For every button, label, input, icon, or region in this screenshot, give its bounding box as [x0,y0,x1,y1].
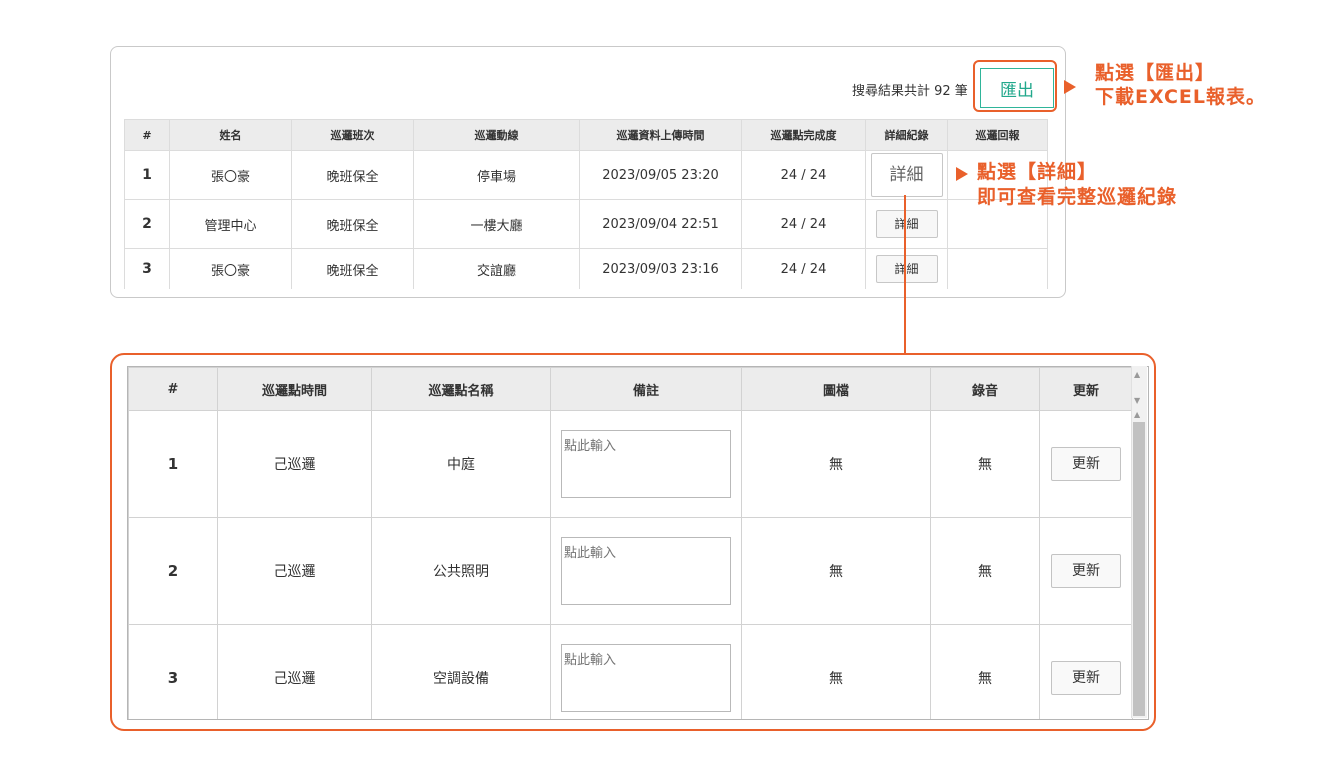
column-header-progress: 巡邏點完成度 [741,119,866,151]
scroll-up-icon[interactable]: ▲ [1134,410,1140,419]
column-header-detail: 詳細紀錄 [865,119,948,151]
column-header-checkpoint-time: 巡邏點時間 [217,367,372,411]
row-index: 2 [124,199,170,249]
column-header-update: 更新 [1039,367,1133,411]
detail-button[interactable]: 詳細 [870,153,943,197]
connector-line [904,195,906,353]
progress: 24 / 24 [741,248,866,289]
row-index: 1 [128,410,218,518]
export-annotation-line1: 點選【匯出】 [1095,62,1216,84]
audio-value: 無 [930,624,1040,719]
column-header-audio: 錄音 [930,367,1040,411]
export-highlight-box [973,60,1057,112]
update-button[interactable]: 更新 [1051,447,1121,481]
note-input[interactable] [561,644,731,712]
detail-annotation-line1: 點選【詳細】 [977,161,1098,183]
table-row: 3 己巡邏 空調設備 無 無 更新 [128,624,1133,719]
checkpoint-time: 己巡邏 [217,624,372,719]
route: 一樓大廳 [413,199,580,249]
detail-cell: 詳細 [865,199,948,249]
column-header-index: # [128,367,218,411]
checkpoint-name: 中庭 [371,410,551,518]
progress: 24 / 24 [741,199,866,249]
patrol-detail-table-wrapper: # 巡邏點時間 巡邏點名稱 備註 圖檔 錄音 更新 1 己巡邏 中庭 無 無 更 [127,366,1149,720]
scroll-up-icon[interactable]: ▲ [1134,370,1140,379]
column-header-upload-time: 巡邏資料上傳時間 [579,119,742,151]
scrollbar-thumb[interactable] [1133,422,1145,716]
row-index: 3 [124,248,170,289]
result-count: 搜尋結果共計 92 筆 [852,84,968,99]
audio-value: 無 [930,410,1040,518]
progress: 24 / 24 [741,150,866,200]
checkpoint-name: 空調設備 [371,624,551,719]
guard-name: 管理中心 [169,199,292,249]
audio-value: 無 [930,517,1040,625]
column-header-shift: 巡邏班次 [291,119,414,151]
scroll-down-icon[interactable]: ▼ [1134,396,1140,405]
patrol-detail-table: # 巡邏點時間 巡邏點名稱 備註 圖檔 錄音 更新 1 己巡邏 中庭 無 無 更 [128,367,1133,719]
image-value: 無 [741,624,931,719]
update-cell: 更新 [1039,517,1133,625]
export-annotation-line2: 下載EXCEL報表。 [1095,86,1266,108]
checkpoint-time: 己巡邏 [217,517,372,625]
row-index: 2 [128,517,218,625]
update-button[interactable]: 更新 [1051,661,1121,695]
guard-name: 張〇豪 [169,248,292,289]
shift: 晚班保全 [291,150,414,200]
table-row: 3 張〇豪 晚班保全 交誼廳 2023/09/03 23:16 24 / 24 … [124,248,1048,289]
report-cell [947,248,1048,289]
column-header-index: # [124,119,170,151]
checkpoint-name: 公共照明 [371,517,551,625]
route: 交誼廳 [413,248,580,289]
note-input[interactable] [561,537,731,605]
table-row: 1 張〇豪 晚班保全 停車場 2023/09/05 23:20 24 / 24 … [124,150,1048,200]
detail-arrow-icon [956,167,968,181]
upload-time: 2023/09/03 23:16 [579,248,742,289]
shift: 晚班保全 [291,199,414,249]
row-index: 1 [124,150,170,200]
image-value: 無 [741,517,931,625]
table-row: 1 己巡邏 中庭 無 無 更新 [128,410,1133,518]
shift: 晚班保全 [291,248,414,289]
column-header-name: 姓名 [169,119,292,151]
route: 停車場 [413,150,580,200]
note-cell [550,624,742,719]
table-header-row: # 姓名 巡邏班次 巡邏動線 巡邏資料上傳時間 巡邏點完成度 詳細紀錄 巡邏回報 [124,119,1048,151]
patrol-records-table: # 姓名 巡邏班次 巡邏動線 巡邏資料上傳時間 巡邏點完成度 詳細紀錄 巡邏回報… [124,119,1048,289]
note-input[interactable] [561,430,731,498]
column-header-checkpoint-name: 巡邏點名稱 [371,367,551,411]
note-cell [550,517,742,625]
detail-cell: 詳細 [865,150,948,200]
detail-button[interactable]: 詳細 [875,210,938,238]
detail-cell: 詳細 [865,248,948,289]
update-button[interactable]: 更新 [1051,554,1121,588]
update-cell: 更新 [1039,410,1133,518]
column-header-image: 圖檔 [741,367,931,411]
guard-name: 張〇豪 [169,150,292,200]
column-header-route: 巡邏動線 [413,119,580,151]
column-header-report: 巡邏回報 [947,119,1048,151]
update-cell: 更新 [1039,624,1133,719]
row-index: 3 [128,624,218,719]
note-cell [550,410,742,518]
table-header-row: # 巡邏點時間 巡邏點名稱 備註 圖檔 錄音 更新 [128,367,1133,411]
checkpoint-time: 己巡邏 [217,410,372,518]
detail-button[interactable]: 詳細 [875,255,938,283]
export-arrow-icon [1064,80,1076,94]
upload-time: 2023/09/04 22:51 [579,199,742,249]
upload-time: 2023/09/05 23:20 [579,150,742,200]
detail-annotation-line2: 即可查看完整巡邏紀錄 [977,186,1178,208]
column-header-note: 備註 [550,367,742,411]
table-row: 2 己巡邏 公共照明 無 無 更新 [128,517,1133,625]
image-value: 無 [741,410,931,518]
table-row: 2 管理中心 晚班保全 一樓大廳 2023/09/04 22:51 24 / 2… [124,199,1048,249]
